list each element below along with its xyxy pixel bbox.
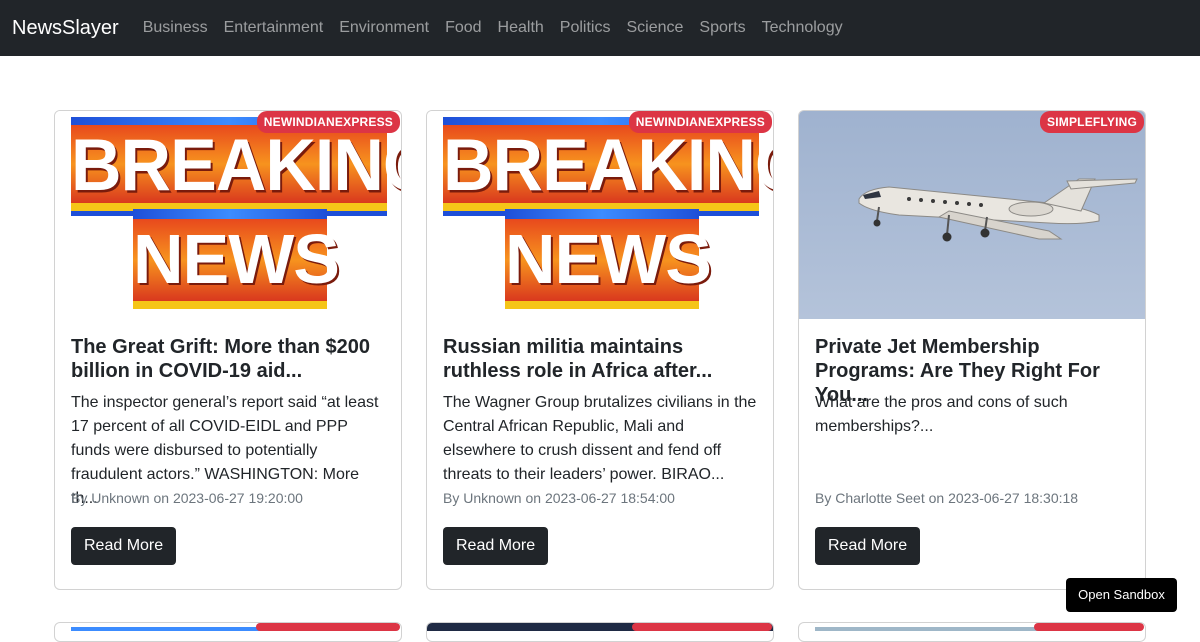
article-image-private-jet — [799, 111, 1145, 319]
news-word: NEWS — [505, 220, 712, 298]
nav-link-science[interactable]: Science — [618, 19, 691, 37]
article-card-partial — [426, 622, 774, 642]
article-meta: By Unknown on 2023-06-27 19:20:00 — [71, 490, 303, 506]
article-card: BREAKING NEWS NEWINDIANEXPRESS Russian m… — [426, 110, 774, 590]
article-description: The Wagner Group brutalizes civilians in… — [443, 394, 757, 483]
nav-link-politics[interactable]: Politics — [552, 19, 619, 37]
nav-link-business[interactable]: Business — [135, 19, 216, 37]
brand-logo[interactable]: NewsSlayer — [12, 17, 119, 40]
private-jet-graphic — [799, 111, 1145, 319]
article-meta: By Unknown on 2023-06-27 18:54:00 — [443, 490, 675, 506]
breaking-word: BREAKING — [71, 124, 401, 206]
source-badge: NEWINDIANEXPRESS — [256, 111, 400, 133]
news-word: NEWS — [133, 220, 340, 298]
read-more-button[interactable]: Read More — [815, 527, 921, 565]
article-card-partial — [798, 622, 1146, 642]
read-more-button[interactable]: Read More — [443, 527, 549, 565]
article-image-breaking-news: BREAKING NEWS — [427, 111, 773, 319]
article-card: BREAKING NEWS NEWINDIANEXPRESS The Great… — [54, 110, 402, 590]
nav-link-environment[interactable]: Environment — [331, 19, 437, 37]
article-card-partial — [54, 622, 402, 642]
nav-link-food[interactable]: Food — [437, 19, 489, 37]
open-sandbox-button[interactable]: Open Sandbox — [1066, 578, 1177, 612]
breaking-word: BREAKING — [443, 124, 773, 206]
article-card: SIMPLEFLYING Private Jet Membership Prog… — [798, 110, 1146, 590]
nav-link-entertainment[interactable]: Entertainment — [216, 19, 332, 37]
article-description: What are the pros and cons of such membe… — [815, 394, 1068, 435]
article-meta: By Charlotte Seet on 2023-06-27 18:30:18 — [815, 490, 1079, 506]
read-more-button[interactable]: Read More — [71, 527, 177, 565]
article-image-breaking-news: BREAKING NEWS — [55, 111, 401, 319]
source-badge: SIMPLEFLYING — [1040, 111, 1144, 133]
article-title: The Great Grift: More than $200 billion … — [71, 336, 370, 382]
nav-link-technology[interactable]: Technology — [754, 19, 851, 37]
source-badge: NEWINDIANEXPRESS — [628, 111, 772, 133]
nav-link-sports[interactable]: Sports — [691, 19, 753, 37]
article-title: Russian militia maintains ruthless role … — [443, 336, 713, 382]
nav-link-health[interactable]: Health — [490, 19, 552, 37]
top-navbar: NewsSlayer Business Entertainment Enviro… — [0, 0, 1200, 56]
